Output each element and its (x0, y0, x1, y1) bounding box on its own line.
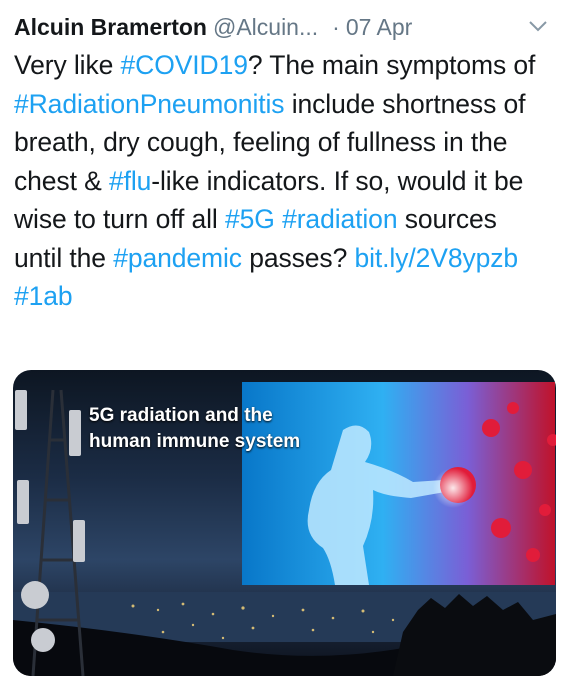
tweet-text-segment: ? The main symptoms of (247, 50, 536, 80)
hashtag-link[interactable]: #pandemic (113, 243, 242, 273)
hashtag-link[interactable]: #radiation (282, 204, 397, 234)
tweet-text: Very like #COVID19? The main symptoms of… (14, 46, 550, 316)
tweet-header: Alcuin Bramerton @Alcuin... · 07 Apr (14, 10, 550, 44)
caption-line-2: human immune system (89, 431, 301, 452)
author-handle[interactable]: @Alcuin... (213, 14, 318, 41)
tweet-date[interactable]: 07 Apr (346, 14, 413, 41)
hashtag-link[interactable]: #1ab (14, 281, 73, 311)
tweet[interactable]: Alcuin Bramerton @Alcuin... · 07 Apr Ver… (0, 0, 564, 685)
separator: · (332, 13, 340, 40)
hashtag-link[interactable]: #flu (109, 166, 151, 196)
hashtag-link[interactable]: #RadiationPneumonitis (14, 89, 285, 119)
tweet-image[interactable]: 5G radiation and the human immune system (13, 370, 556, 676)
tweet-text-segment: passes? (241, 242, 355, 273)
tweet-text-segment: Very like (14, 50, 121, 80)
chevron-down-icon[interactable] (526, 14, 550, 38)
hashtag-link[interactable]: #5G (225, 204, 275, 234)
url-link[interactable]: bit.ly/2V8ypzb (354, 243, 518, 273)
caption-line-1: 5G radiation and the (89, 405, 273, 426)
author-name[interactable]: Alcuin Bramerton (14, 14, 207, 41)
tweet-text-segment (275, 204, 282, 234)
image-caption: 5G radiation and the human immune system (89, 403, 300, 455)
hashtag-link[interactable]: #COVID19 (121, 50, 248, 80)
